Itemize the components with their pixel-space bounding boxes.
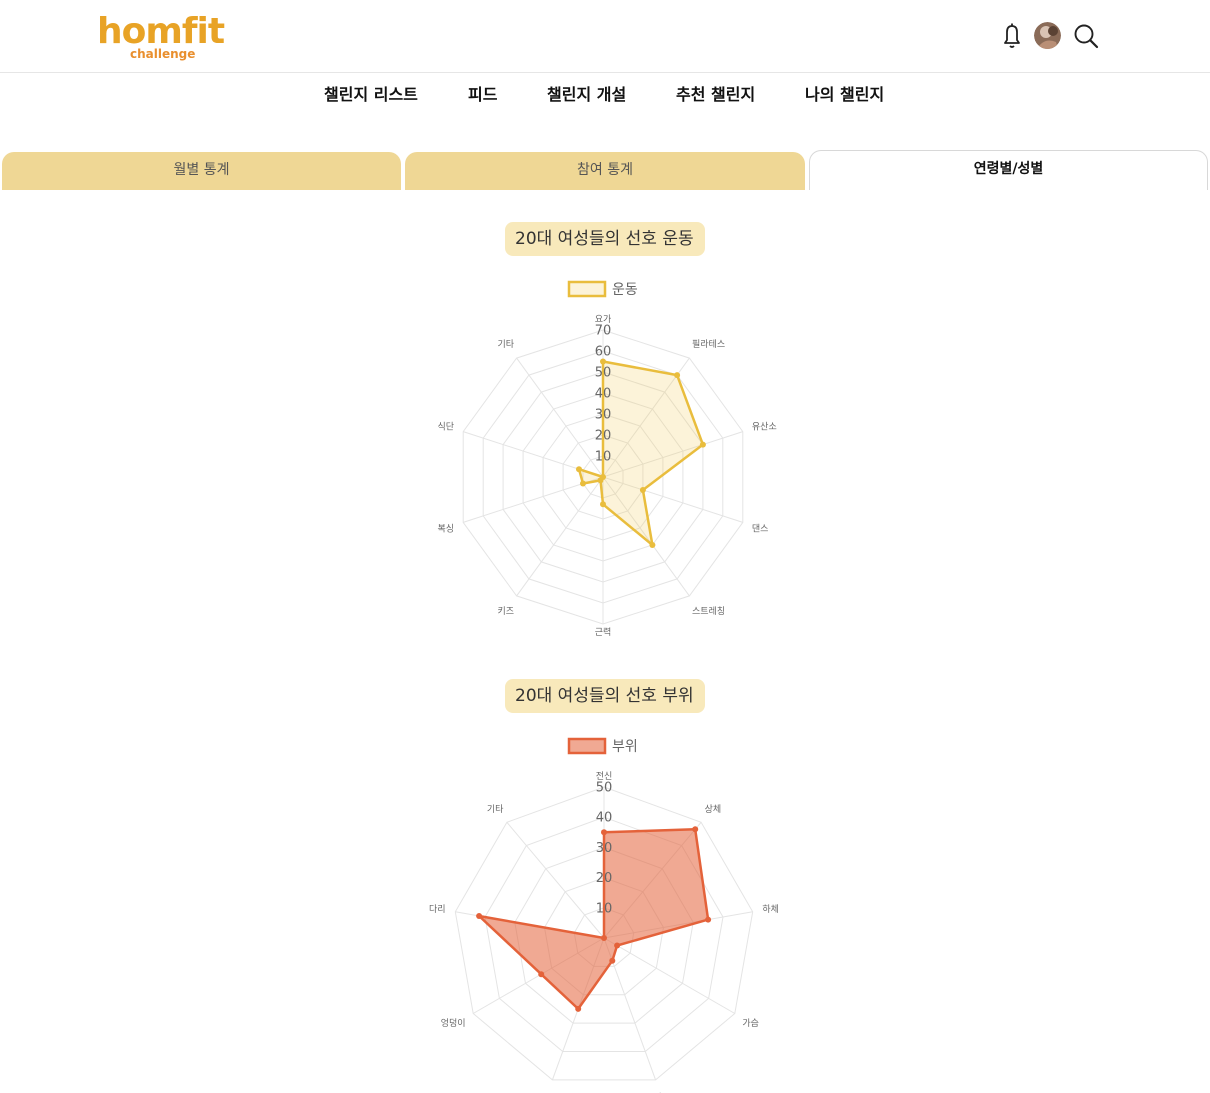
- bodypart-grid-ring: [514, 846, 694, 1024]
- exercise-grid-ring: [462, 329, 744, 625]
- exercise-data-point: [600, 474, 606, 480]
- nav-feed[interactable]: 피드: [468, 84, 497, 108]
- bodypart-data-point: [575, 1005, 582, 1012]
- bodypart-data-point: [692, 826, 699, 833]
- bodypart-grid-ring: [543, 877, 665, 996]
- nav-recommended-challenge[interactable]: 추천 챌린지: [676, 84, 755, 108]
- bodypart-spoke: [506, 821, 605, 939]
- logo-main: homfit: [97, 11, 225, 52]
- bodypart-tick-label: 30: [596, 841, 613, 856]
- exercise-tick-label: 70: [595, 324, 612, 339]
- logo[interactable]: homfit challenge: [97, 12, 237, 64]
- bodypart-grid-ring: [484, 816, 724, 1052]
- exercise-data-point: [600, 501, 606, 508]
- exercise-category-label: 키즈: [497, 606, 514, 617]
- exercise-data-point: [649, 542, 656, 548]
- exercise-spoke: [602, 476, 743, 523]
- exercise-data-point: [580, 480, 586, 487]
- bodypart-data-point: [476, 913, 483, 919]
- exercise-category-label: 복싱: [438, 524, 455, 535]
- bodypart-spoke: [603, 937, 657, 1081]
- bodypart-tick-label: 20: [596, 871, 613, 886]
- exercise-data-point: [674, 372, 681, 379]
- logo-sub: challenge: [130, 47, 196, 61]
- exercise-tick-label: 40: [595, 387, 612, 402]
- bodypart-spoke: [603, 937, 736, 1014]
- bodypart-legend-label: 부위: [612, 739, 638, 755]
- tab-monthly-stats[interactable]: 월별 통계: [2, 152, 401, 190]
- bodypart-category-label: 전신: [596, 771, 613, 782]
- bodypart-grid-ring: [573, 907, 635, 967]
- bodypart-category-label: 다리: [429, 904, 446, 915]
- exercise-tick-label: 20: [595, 429, 612, 444]
- chart-title-exercise: 20대 여성들의 선호 운동: [505, 222, 705, 256]
- bodypart-data-point: [601, 935, 607, 941]
- exercise-tick-label: 30: [595, 408, 612, 423]
- bodypart-spoke: [603, 911, 753, 939]
- bodypart-data-point: [601, 829, 607, 836]
- exercise-data-point: [576, 466, 582, 473]
- bodypart-category-label: 상체: [705, 804, 722, 815]
- exercise-category-label: 식단: [438, 422, 455, 433]
- exercise-category-label: 스트레칭: [692, 606, 725, 617]
- exercise-legend-label: 운동: [612, 282, 638, 298]
- bodypart-data-point: [614, 942, 621, 949]
- exercise-category-label: 근력: [595, 626, 612, 638]
- avatar[interactable]: [1034, 22, 1061, 49]
- exercise-spoke: [602, 357, 690, 478]
- exercise-tick-label: 50: [595, 366, 612, 381]
- bodypart-data-point: [538, 971, 545, 978]
- search-icon[interactable]: [1072, 20, 1102, 52]
- bodypart-series-area: [477, 828, 710, 1011]
- exercise-spoke: [516, 476, 604, 597]
- exercise-spoke: [602, 476, 690, 597]
- bodypart-spoke: [551, 937, 605, 1081]
- exercise-category-label: 댄스: [752, 524, 769, 535]
- bodypart-grid-ring: [454, 786, 754, 1081]
- exercise-series-area: [577, 360, 705, 547]
- bodypart-data-point: [609, 957, 616, 964]
- exercise-tick-label: 10: [595, 450, 612, 465]
- nav-open-challenge[interactable]: 챌린지 개설: [547, 84, 626, 108]
- exercise-data-point: [699, 441, 706, 448]
- chart-title-bodypart: 20대 여성들의 선호 부위: [505, 679, 705, 713]
- nav-my-challenge[interactable]: 나의 챌린지: [805, 84, 884, 108]
- exercise-grid-ring: [582, 455, 624, 499]
- exercise-data-point: [600, 358, 606, 365]
- bodypart-tick-label: 40: [596, 811, 613, 826]
- exercise-spoke: [516, 357, 604, 478]
- nav-challenge-list[interactable]: 챌린지 리스트: [324, 84, 418, 108]
- tab-participation-stats[interactable]: 참여 통계: [405, 152, 805, 190]
- bodypart-spoke: [472, 937, 605, 1014]
- bodypart-spoke: [455, 911, 605, 939]
- exercise-grid-ring: [482, 350, 724, 604]
- exercise-category-label: 유산소: [752, 422, 777, 433]
- exercise-category-label: 요가: [595, 314, 612, 325]
- bell-icon[interactable]: [997, 20, 1027, 52]
- bodypart-spoke: [603, 821, 702, 939]
- exercise-category-label: 기타: [497, 339, 514, 350]
- bodypart-tick-label: 50: [596, 781, 613, 796]
- exercise-grid-ring: [562, 434, 644, 520]
- exercise-spoke: [602, 431, 743, 478]
- exercise-tick-label: 60: [595, 345, 612, 360]
- header: homfit challenge: [0, 0, 1210, 73]
- bodypart-category-label: 하체: [762, 904, 779, 915]
- exercise-category-label: 필라테스: [692, 338, 725, 350]
- exercise-data-point: [639, 487, 646, 493]
- exercise-data-point: [597, 477, 604, 484]
- exercise-spoke: [463, 431, 604, 478]
- bodypart-tick-label: 10: [596, 901, 613, 916]
- bodypart-category-label: 기타: [487, 804, 504, 815]
- exercise-grid-ring: [542, 413, 664, 541]
- bodypart-category-label: 가슴: [742, 1018, 759, 1029]
- exercise-grid-ring: [502, 371, 704, 583]
- bodypart-legend-swatch: [567, 737, 607, 755]
- bodypart-data-point: [705, 916, 712, 923]
- bodypart-category-label: 엉덩이: [441, 1017, 466, 1029]
- exercise-spoke: [463, 476, 604, 523]
- exercise-legend-swatch: [567, 280, 607, 298]
- exercise-grid-ring: [522, 392, 684, 562]
- tab-age-gender[interactable]: 연령별/성별: [809, 150, 1208, 190]
